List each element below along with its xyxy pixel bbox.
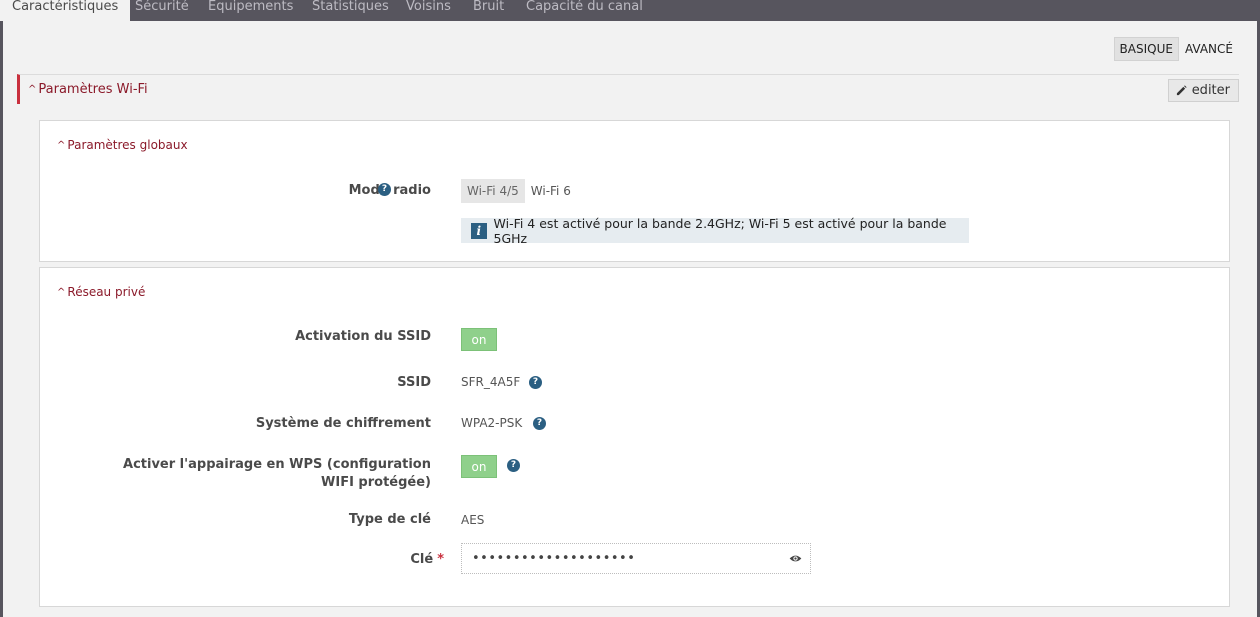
private-network-title[interactable]: ^ Réseau privé bbox=[57, 285, 145, 299]
encryption-value: WPA2-PSK bbox=[461, 416, 523, 430]
wps-toggle[interactable]: on bbox=[461, 455, 497, 478]
ssid-value: SFR_4A5F bbox=[461, 375, 521, 389]
wifi-settings-section-header: ^ Paramètres Wi-Fi editer bbox=[17, 74, 1239, 104]
help-icon[interactable]: ? bbox=[533, 417, 546, 430]
main-content: BASIQUE AVANCÉ ^ Paramètres Wi-Fi editer … bbox=[3, 21, 1257, 617]
ssid-activation-label: Activation du SSID bbox=[295, 329, 431, 344]
info-icon: i bbox=[471, 222, 487, 239]
tab-statistiques[interactable]: Statistiques bbox=[312, 0, 389, 21]
basic-mode-button[interactable]: BASIQUE bbox=[1113, 37, 1179, 61]
edit-button[interactable]: editer bbox=[1167, 79, 1239, 102]
chevron-up-icon: ^ bbox=[57, 140, 66, 151]
mode-radio-selector: Wi-Fi 4/5 Wi-Fi 6 bbox=[461, 179, 577, 203]
tab-capacite-canal[interactable]: Capacité du canal bbox=[526, 0, 643, 21]
global-settings-panel: ^ Paramètres globaux Mode radio ? Wi-Fi 4… bbox=[39, 120, 1230, 262]
mode-wifi-4-5-option[interactable]: Wi-Fi 4/5 bbox=[461, 179, 525, 203]
eye-icon[interactable] bbox=[789, 554, 802, 563]
required-marker: * bbox=[437, 552, 444, 567]
tab-equipements[interactable]: Equipements bbox=[208, 0, 293, 21]
help-icon[interactable]: ? bbox=[529, 376, 542, 389]
pencil-icon bbox=[1176, 85, 1187, 96]
advanced-mode-button[interactable]: AVANCÉ bbox=[1179, 37, 1239, 61]
edit-button-label: editer bbox=[1191, 83, 1230, 98]
encryption-label: Système de chiffrement bbox=[255, 416, 431, 431]
tab-securite[interactable]: Sécurité bbox=[135, 0, 189, 21]
key-label: Clé * bbox=[410, 551, 444, 569]
view-mode-toggle: BASIQUE AVANCÉ bbox=[1113, 37, 1239, 61]
ssid-label: SSID bbox=[397, 375, 431, 390]
global-settings-title[interactable]: ^ Paramètres globaux bbox=[57, 138, 188, 152]
chevron-up-icon: ^ bbox=[28, 84, 37, 95]
wps-label: Activer l'appairage en WPS (configuratio… bbox=[123, 457, 431, 490]
wifi-settings-title[interactable]: ^ Paramètres Wi-Fi bbox=[28, 82, 148, 97]
key-type-value: AES bbox=[461, 513, 485, 527]
key-password-field[interactable]: •••••••••••••••••••• bbox=[461, 543, 811, 574]
tab-voisins[interactable]: Voisins bbox=[406, 0, 451, 21]
tab-bruit[interactable]: Bruit bbox=[473, 0, 504, 21]
key-label-text: Clé bbox=[410, 552, 434, 567]
help-icon[interactable]: ? bbox=[507, 459, 520, 472]
chevron-up-icon: ^ bbox=[57, 287, 66, 298]
help-icon[interactable]: ? bbox=[378, 183, 391, 196]
tab-caracteristiques[interactable]: Caractéristiques bbox=[0, 0, 131, 21]
key-password-value: •••••••••••••••••••• bbox=[472, 551, 636, 566]
wifi-settings-title-text: Paramètres Wi-Fi bbox=[38, 82, 148, 97]
private-network-title-text: Réseau privé bbox=[67, 285, 146, 299]
key-type-label: Type de clé bbox=[348, 512, 431, 527]
tab-bar: Caractéristiques Sécurité Equipements St… bbox=[0, 0, 1260, 21]
mode-info-text: Wi-Fi 4 est activé pour la bande 2.4GHz;… bbox=[493, 215, 947, 246]
private-network-panel: ^ Réseau privé Activation du SSID on SSID… bbox=[39, 267, 1230, 607]
ssid-activation-toggle[interactable]: on bbox=[461, 328, 497, 351]
mode-wifi-6-option[interactable]: Wi-Fi 6 bbox=[525, 179, 577, 203]
global-settings-title-text: Paramètres globaux bbox=[67, 138, 188, 152]
mode-info-message: i Wi-Fi 4 est activé pour la bande 2.4GH… bbox=[461, 215, 969, 246]
